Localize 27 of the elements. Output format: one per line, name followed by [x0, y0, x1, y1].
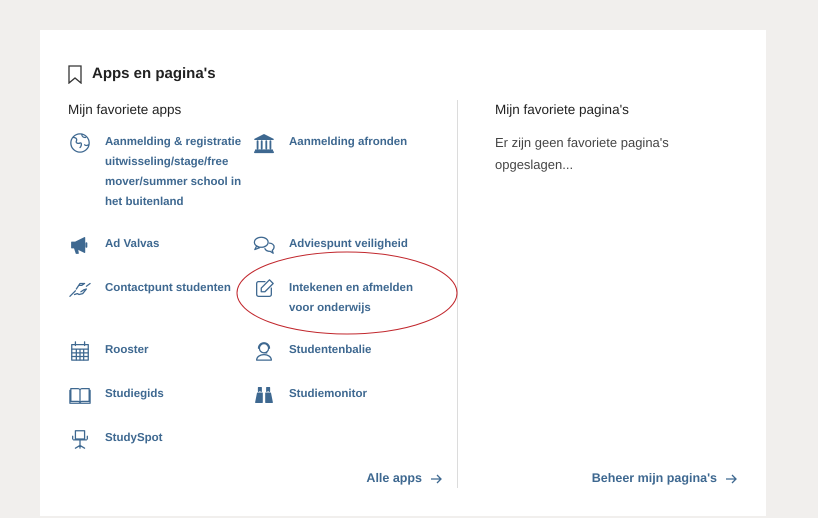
- bookmark-icon: [68, 64, 82, 84]
- app-link[interactable]: Ad Valvas: [105, 234, 247, 254]
- pencil-square-icon: [253, 278, 275, 300]
- chat-bubbles-icon: [251, 234, 277, 256]
- arrow-right-icon: [725, 472, 737, 485]
- app-link[interactable]: Rooster: [105, 340, 247, 360]
- arrow-right-icon: [430, 472, 442, 485]
- card-title: Apps en pagina's: [92, 64, 216, 84]
- section-heading: Mijn favoriete apps: [68, 101, 182, 119]
- app-link[interactable]: StudySpot: [105, 428, 247, 448]
- app-link[interactable]: Studentenbalie: [289, 340, 439, 360]
- all-apps-link[interactable]: Alle apps: [366, 469, 442, 488]
- app-link[interactable]: Aanmelding afronden: [289, 132, 439, 152]
- app-link[interactable]: Aanmelding & registratie uitwisseling/stage/free mover/summer school in het buitenland: [105, 132, 247, 212]
- binoculars-icon: [253, 384, 275, 406]
- calendar-icon: [69, 340, 91, 362]
- app-link[interactable]: Adviespunt veiligheid: [289, 234, 439, 254]
- app-link[interactable]: Contactpunt studenten: [105, 278, 247, 298]
- empty-message: Er zijn geen favoriete pagina's opgeslagen...: [495, 134, 670, 174]
- headset-icon: [253, 340, 275, 362]
- manage-pages-link[interactable]: Beheer mijn pagina's: [592, 469, 737, 488]
- app-link[interactable]: Studiegids: [105, 384, 247, 404]
- office-chair-icon: [69, 428, 91, 450]
- bank-icon: [253, 132, 275, 154]
- globe-icon: [69, 132, 91, 154]
- app-link[interactable]: Studiemonitor: [289, 384, 439, 404]
- section-heading: Mijn favoriete pagina's: [495, 101, 630, 119]
